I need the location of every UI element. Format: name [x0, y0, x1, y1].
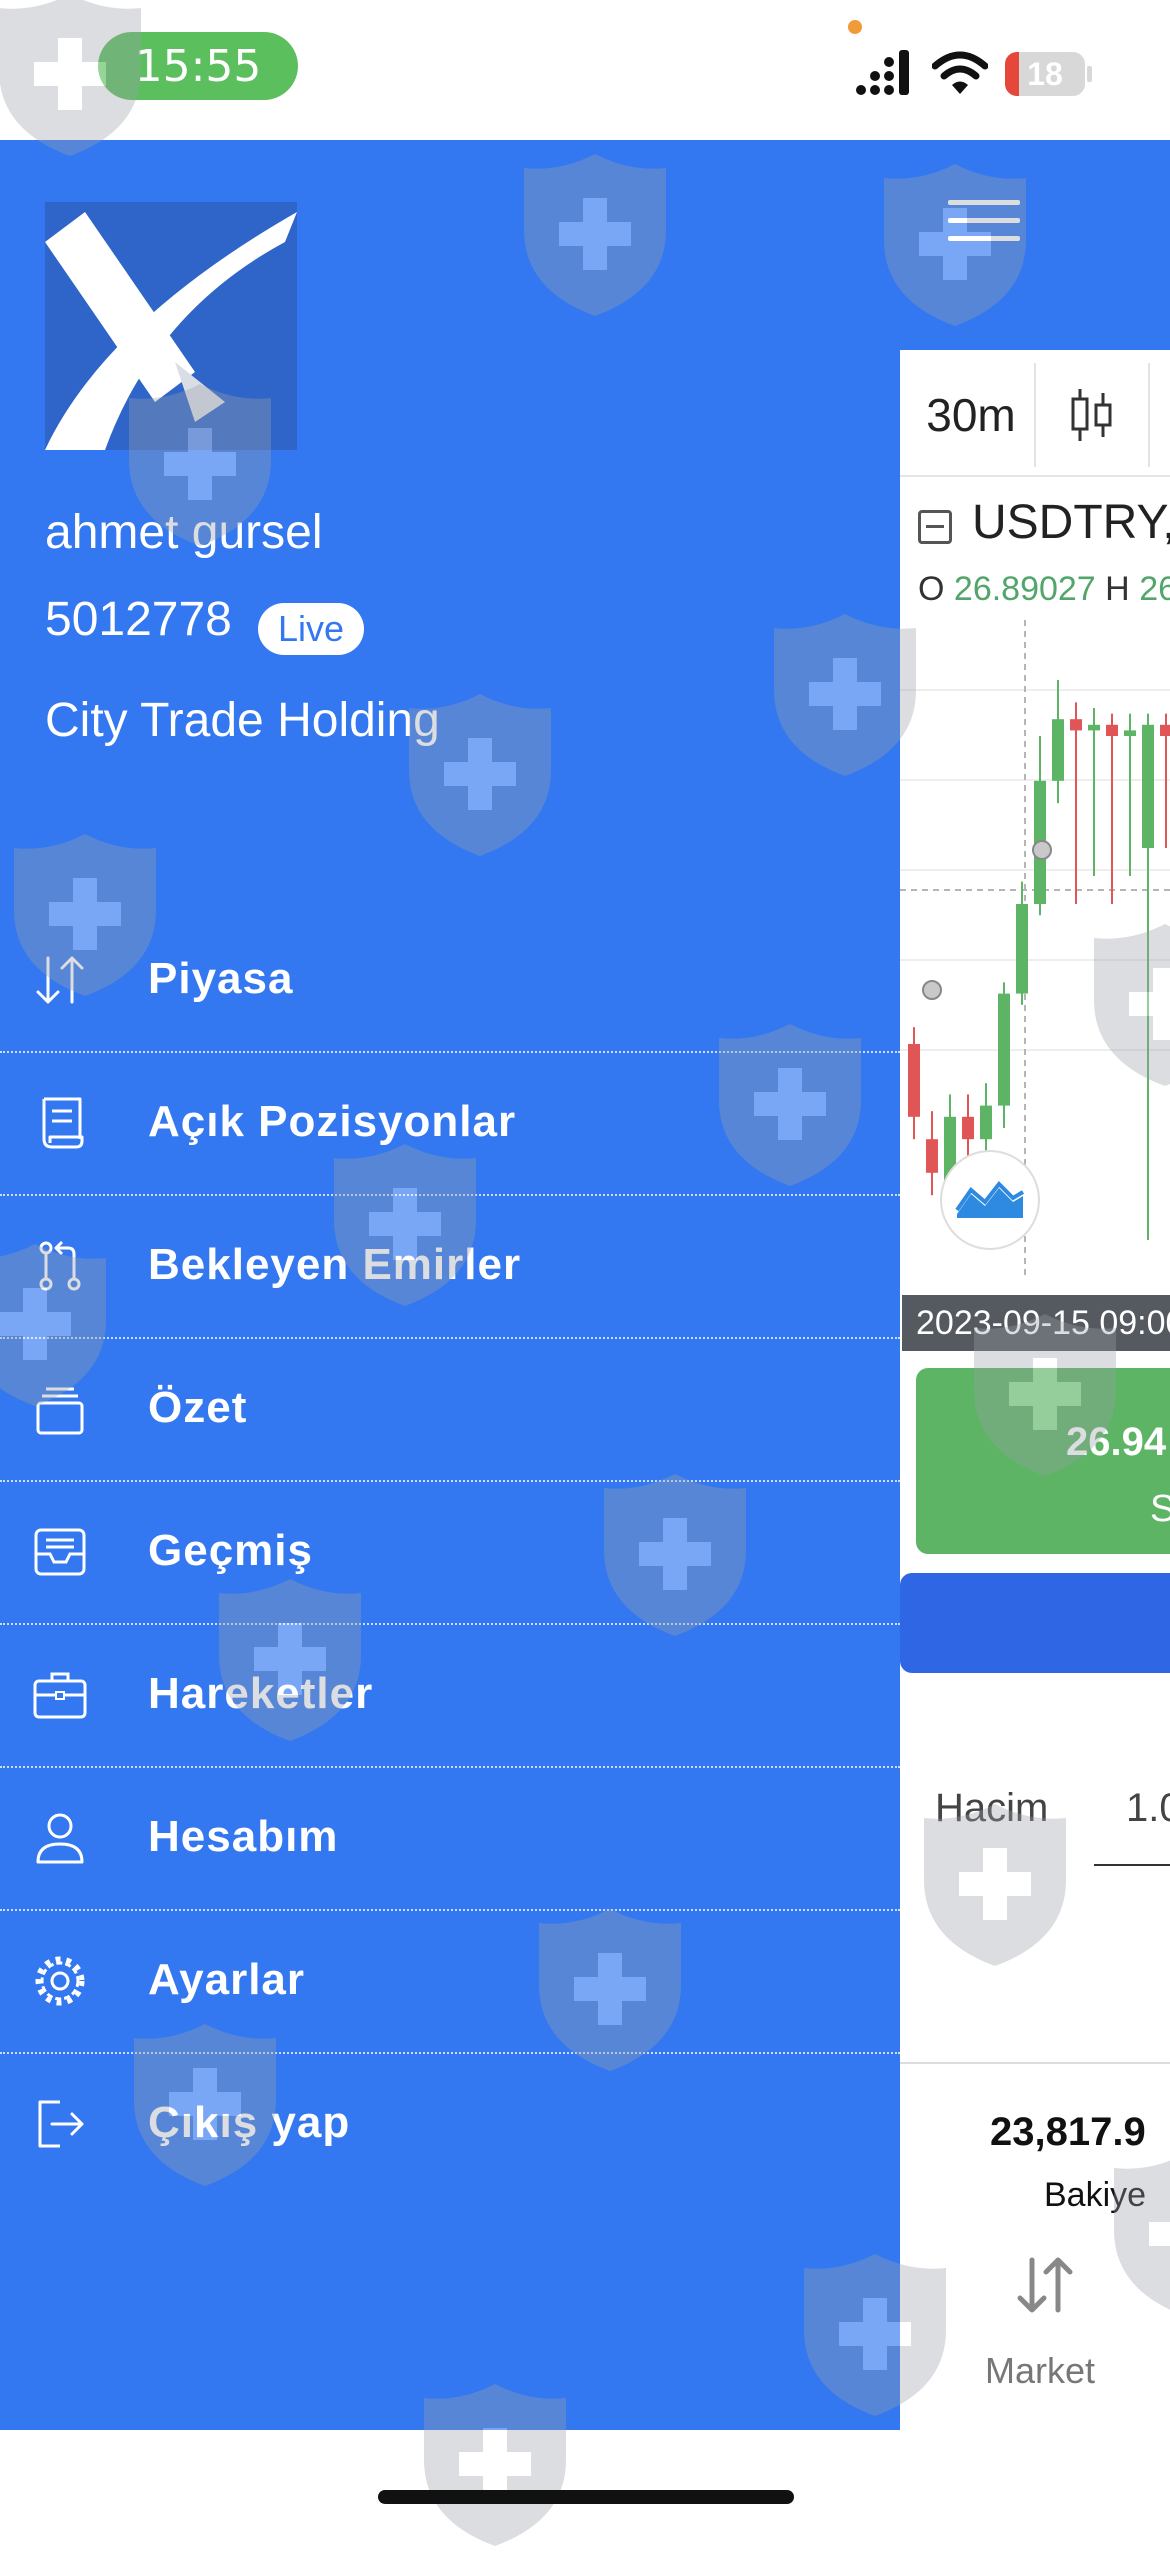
menu-item-piyasa[interactable]: Piyasa	[0, 910, 900, 1053]
bottom-divider	[900, 2062, 1170, 2064]
chart-marker	[1032, 840, 1052, 860]
menu-item-cikis-yap[interactable]: Çıkış yap	[0, 2054, 900, 2195]
collapse-legend-icon[interactable]	[918, 510, 952, 544]
candle-body	[998, 993, 1010, 1106]
open-value: 26.89027	[953, 570, 1096, 608]
menu-label: Piyasa	[148, 954, 294, 1003]
logout-icon	[38, 2100, 84, 2148]
menu-label: Bekleyen Emirler	[148, 1240, 522, 1289]
candle-body	[1124, 730, 1136, 736]
candle-body	[1106, 724, 1118, 736]
battery-percentage: 18	[1027, 56, 1063, 92]
pull-request-icon	[39, 1240, 81, 1291]
hamburger-menu-icon[interactable]	[948, 200, 1020, 242]
menu-label: Hareketler	[148, 1669, 374, 1718]
volume-label: Hacim	[935, 1786, 1049, 1830]
account-id: 5012778	[45, 593, 232, 646]
arrows-up-down-icon	[36, 956, 84, 1004]
chart-style-button[interactable]	[940, 1150, 1040, 1250]
candle-body	[926, 1139, 938, 1173]
balance-label: Bakiye	[1044, 2176, 1147, 2214]
candle-body	[1088, 724, 1100, 731]
ohlc-legend: O 26.89027 H 26	[918, 570, 1170, 609]
balance-value: 23,817.9	[990, 2110, 1146, 2154]
privacy-indicator-dot	[848, 20, 862, 34]
menu-item-ayarlar[interactable]: Ayarlar	[0, 1911, 900, 2054]
menu-item-hareketler[interactable]: Hareketler	[0, 1625, 900, 1768]
candle-body	[1160, 724, 1170, 736]
receipt-icon	[42, 1097, 84, 1149]
market-nav-label[interactable]: Market	[985, 2350, 1095, 2392]
volume-input[interactable]: 1.0	[1126, 1786, 1170, 1831]
battery-icon: 18	[1005, 52, 1092, 96]
candle-type-button[interactable]	[1036, 363, 1150, 467]
candle-body	[908, 1044, 920, 1117]
status-time: 15:55	[98, 32, 298, 100]
candlestick-icon	[1071, 389, 1112, 441]
menu-item-hesabim[interactable]: Hesabım	[0, 1768, 900, 1911]
company-logo	[45, 202, 297, 450]
menu-item-ozet[interactable]: Özet	[0, 1339, 900, 1482]
candle-body	[980, 1105, 992, 1140]
user-icon	[36, 1813, 84, 1864]
home-indicator	[378, 2490, 794, 2504]
drawer-menu: Piyasa Açık Pozisyonlar Bekleyen Emirler	[0, 910, 900, 2195]
wifi-icon	[932, 51, 988, 94]
candle-body	[962, 1116, 974, 1140]
cellular-signal-icon	[856, 50, 909, 95]
menu-label: Özet	[148, 1383, 248, 1432]
chart-toolbar: 30m	[900, 355, 1170, 477]
candle-body	[1052, 719, 1064, 781]
menu-item-bekleyen-emirler[interactable]: Bekleyen Emirler	[0, 1196, 900, 1339]
briefcase-icon	[33, 1672, 87, 1719]
sell-label: S	[1150, 1488, 1170, 1530]
menu-label: Çıkış yap	[148, 2098, 351, 2147]
menu-label: Hesabım	[148, 1812, 339, 1861]
navigation-drawer: ahmet gursel 5012778 Live City Trade Hol…	[0, 140, 900, 2430]
menu-label: Geçmiş	[148, 1526, 313, 1575]
action-bar[interactable]	[900, 1573, 1170, 1673]
trading-screen	[900, 140, 1170, 2430]
price-chart[interactable]	[900, 620, 1170, 1280]
menu-item-gecmis[interactable]: Geçmiş	[0, 1482, 900, 1625]
menu-label: Ayarlar	[148, 1955, 306, 2004]
sell-price: 26.94	[1066, 1420, 1167, 1464]
live-badge: Live	[258, 603, 365, 655]
chart-symbol: USDTRY,	[972, 496, 1170, 549]
volume-underline	[1094, 1864, 1170, 1866]
gear-icon	[35, 1956, 85, 2006]
chart-symbol-row: USDTRY,	[900, 495, 1170, 565]
candle-body	[1070, 719, 1082, 731]
market-nav-icon[interactable]	[1010, 2250, 1080, 2320]
timeframe-button[interactable]: 30m	[908, 363, 1036, 467]
high-value: 26	[1139, 570, 1170, 608]
status-bar: 15:55 18	[0, 0, 1170, 140]
menu-item-acik-pozisyonlar[interactable]: Açık Pozisyonlar	[0, 1053, 900, 1196]
candle-body	[1142, 724, 1154, 848]
crosshair-date-label: 2023-09-15 09:00	[902, 1295, 1170, 1351]
chart-marker	[922, 980, 942, 1000]
menu-label: Açık Pozisyonlar	[148, 1097, 517, 1146]
stack-icon	[36, 1387, 84, 1435]
user-name: ahmet gursel	[45, 506, 323, 559]
candle-body	[1016, 904, 1028, 994]
app-header	[900, 140, 1170, 350]
area-chart-icon	[955, 1180, 1025, 1218]
inbox-icon	[34, 1528, 86, 1576]
company-name: City Trade Holding	[45, 694, 440, 747]
